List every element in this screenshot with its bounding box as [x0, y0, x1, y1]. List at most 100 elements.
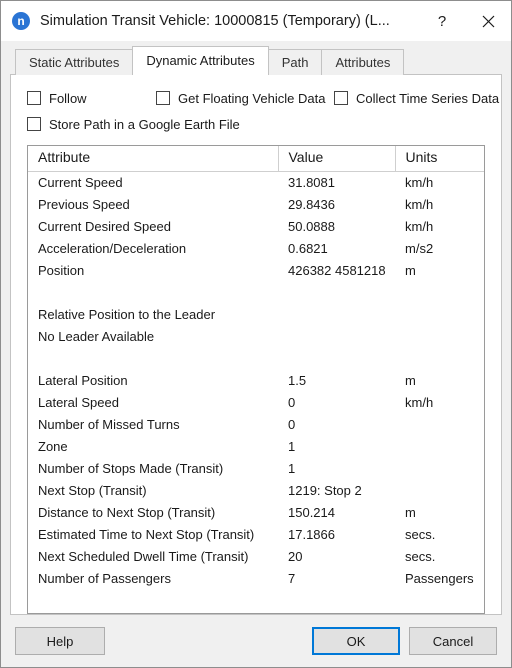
table-cell-attribute: Distance to Next Stop (Transit) [38, 504, 216, 520]
checkbox-follow-box[interactable] [27, 91, 41, 105]
table-cell-value: 0 [288, 416, 296, 432]
table-row[interactable]: Relative Position to the Leader [28, 304, 484, 326]
tab-panel: Follow Get Floating Vehicle Data Collect… [10, 74, 502, 615]
table-row[interactable]: Previous Speed 29.8436 km/h [28, 194, 484, 216]
column-header-value[interactable]: Value [278, 146, 396, 172]
checkbox-follow-label: Follow [49, 90, 87, 106]
table-cell-units: secs. [405, 526, 436, 542]
table-header-row: Attribute Value Units [28, 146, 484, 172]
tab-path[interactable]: Path [267, 49, 323, 75]
checkbox-get-floating-vehicle-data[interactable]: Get Floating Vehicle Data [156, 91, 334, 106]
checkbox-collect-time-series-data[interactable]: Collect Time Series Data [334, 91, 499, 106]
table-row[interactable]: Position 426382 4581218 m [28, 260, 484, 282]
checkbox-store-path-google-earth-label: Store Path in a Google Earth File [49, 116, 240, 132]
table-cell-units: Passengers [405, 570, 474, 586]
table-cell-units: km/h [405, 218, 434, 234]
table-row[interactable]: Zone 1 [28, 436, 484, 458]
table-cell-value: 1219: Stop 2 [288, 482, 362, 498]
checkbox-row-2: Store Path in a Google Earth File [27, 113, 501, 135]
table-row[interactable]: Number of Missed Turns 0 [28, 414, 484, 436]
table-cell-units: m [405, 262, 416, 278]
table-cell-value: 0 [288, 394, 296, 410]
window-title: Simulation Transit Vehicle: 10000815 (Te… [40, 13, 390, 29]
table-row[interactable]: Number of Stops Made (Transit) 1 [28, 458, 484, 480]
table-cell-units [395, 458, 484, 480]
table-cell-attribute [28, 348, 278, 370]
tab-strip: Static Attributes Dynamic Attributes Pat… [15, 46, 511, 75]
table-cell-units [395, 414, 484, 436]
help-button[interactable]: Help [15, 627, 105, 655]
table-cell-attribute: Number of Stops Made (Transit) [38, 460, 224, 476]
table-row[interactable]: Lateral Position 1.5 m [28, 370, 484, 392]
table-cell-units [395, 304, 484, 326]
table-cell-value: 1.5 [288, 372, 307, 388]
table-cell-attribute: Number of Missed Turns [38, 416, 180, 432]
table-row[interactable] [28, 348, 484, 370]
table-cell-attribute: Acceleration/Deceleration [38, 240, 187, 256]
table-cell-attribute: Next Stop (Transit) [38, 482, 147, 498]
attribute-table-body: Current Speed 31.8081 km/h Previous Speed 29… [28, 171, 484, 590]
table-row[interactable]: Next Stop (Transit) 1219: Stop 2 [28, 480, 484, 502]
help-icon[interactable]: ? [419, 1, 465, 41]
table-cell-attribute: Current Desired Speed [38, 218, 171, 234]
table-row[interactable]: Acceleration/Deceleration 0.6821 m/s2 [28, 238, 484, 260]
table-row[interactable]: Current Speed 31.8081 km/h [28, 171, 484, 194]
tab-static-attributes[interactable]: Static Attributes [15, 49, 134, 75]
checkbox-area: Follow Get Floating Vehicle Data Collect… [11, 75, 501, 139]
table-cell-value: 50.0888 [288, 218, 335, 234]
table-row[interactable]: Next Scheduled Dwell Time (Transit) 20 sec… [28, 546, 484, 568]
table-cell-units [395, 326, 484, 348]
table-cell-attribute: Position [38, 262, 85, 278]
table-cell-attribute: Lateral Speed [38, 394, 119, 410]
table-cell-attribute: Zone [38, 438, 68, 454]
checkbox-follow[interactable]: Follow [27, 91, 156, 106]
table-cell-units: m [405, 504, 416, 520]
table-cell-value: 1 [288, 460, 296, 476]
table-cell-units: km/h [405, 394, 434, 410]
table-cell-attribute [28, 282, 278, 304]
table-cell-value: 0.6821 [288, 240, 328, 256]
column-header-attribute[interactable]: Attribute [28, 146, 279, 172]
tab-attributes[interactable]: Attributes [321, 49, 405, 75]
checkbox-collect-time-series-data-box[interactable] [334, 91, 348, 105]
checkbox-get-floating-vehicle-data-box[interactable] [156, 91, 170, 105]
checkbox-get-floating-vehicle-data-label: Get Floating Vehicle Data [178, 90, 326, 106]
table-cell-attribute: No Leader Available [38, 328, 155, 344]
checkbox-collect-time-series-data-label: Collect Time Series Data [356, 90, 500, 106]
table-cell-value: 426382 4581218 [288, 262, 386, 278]
table-row[interactable]: Estimated Time to Next Stop (Transit) 17.… [28, 524, 484, 546]
table-cell-value [278, 326, 395, 348]
close-icon[interactable] [465, 1, 511, 41]
table-cell-units [395, 436, 484, 458]
app-icon: n [12, 12, 30, 30]
table-row[interactable] [28, 282, 484, 304]
table-cell-value: 150.214 [288, 504, 335, 520]
table-cell-attribute: Next Scheduled Dwell Time (Transit) [38, 548, 249, 564]
column-header-units[interactable]: Units [395, 146, 484, 172]
table-cell-value: 17.1866 [288, 526, 335, 542]
table-cell-attribute: Relative Position to the Leader [38, 306, 216, 322]
table-row[interactable]: Lateral Speed 0 km/h [28, 392, 484, 414]
table-cell-value [278, 304, 395, 326]
table-cell-units: km/h [405, 174, 434, 190]
table-row[interactable]: Number of Passengers 7 Passengers [28, 568, 484, 590]
table-cell-units [395, 480, 484, 502]
table-cell-units: km/h [405, 196, 434, 212]
table-cell-value: 7 [288, 570, 296, 586]
table-cell-attribute: Previous Speed [38, 196, 130, 212]
ok-button[interactable]: OK [312, 627, 400, 655]
table-cell-attribute: Lateral Position [38, 372, 128, 388]
title-bar: n Simulation Transit Vehicle: 10000815 (… [1, 1, 511, 41]
tab-dynamic-attributes[interactable]: Dynamic Attributes [132, 46, 269, 75]
table-cell-units: secs. [405, 548, 436, 564]
checkbox-store-path-google-earth-box[interactable] [27, 117, 41, 131]
table-cell-value: 31.8081 [288, 174, 335, 190]
table-cell-value: 29.8436 [288, 196, 335, 212]
checkbox-row-1: Follow Get Floating Vehicle Data Collect… [27, 87, 501, 109]
cancel-button[interactable]: Cancel [409, 627, 497, 655]
table-cell-value: 20 [288, 548, 303, 564]
table-row[interactable]: Current Desired Speed 50.0888 km/h [28, 216, 484, 238]
table-row[interactable]: Distance to Next Stop (Transit) 150.214 m [28, 502, 484, 524]
checkbox-store-path-google-earth[interactable]: Store Path in a Google Earth File [27, 117, 240, 132]
table-row[interactable]: No Leader Available [28, 326, 484, 348]
